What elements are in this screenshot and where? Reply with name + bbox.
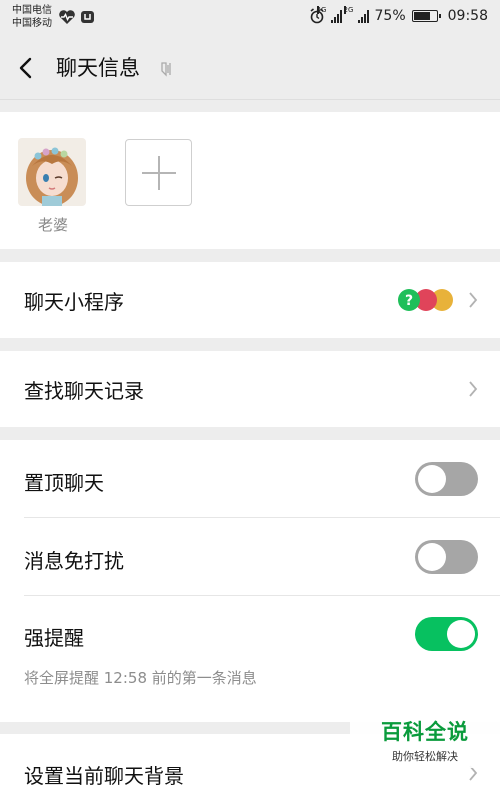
- do-not-disturb-toggle[interactable]: [415, 540, 478, 574]
- member-item[interactable]: 老婆: [18, 138, 88, 235]
- clock: 09:58: [447, 8, 488, 24]
- member-avatar: [18, 138, 86, 206]
- strong-reminder-label: 强提醒: [24, 626, 84, 650]
- carrier-name-1: 中国电信: [12, 5, 52, 16]
- member-name: 老婆: [37, 216, 68, 234]
- toggle-knob: [418, 543, 446, 571]
- pin-chat-label: 置顶聊天: [24, 471, 104, 495]
- signal-2g-icon: 2G: [343, 5, 369, 23]
- mini-programs-label: 聊天小程序: [24, 290, 124, 314]
- battery-percent: 75%: [374, 8, 406, 24]
- status-bar: 中国电信 中国移动 4G 2G 75% 09:58: [0, 0, 500, 36]
- mute-icon: [161, 62, 171, 77]
- alarm-app-icon: [81, 11, 94, 23]
- watermark: 百科全说 助你轻松解决: [350, 712, 500, 768]
- back-button[interactable]: [14, 54, 40, 82]
- members-section: 老婆: [0, 112, 500, 249]
- strong-reminder-toggle[interactable]: [415, 617, 478, 651]
- search-history-label: 查找聊天记录: [24, 379, 144, 403]
- svg-text:?: ?: [405, 293, 413, 309]
- signal-4g-icon: 4G: [316, 5, 342, 23]
- chevron-right-icon: [469, 292, 478, 308]
- heart-health-icon: [59, 10, 75, 24]
- toggle-knob: [447, 620, 475, 648]
- carrier-name-2: 中国移动: [12, 18, 52, 29]
- add-member-button[interactable]: [125, 139, 192, 206]
- strong-reminder-note: 将全屏提醒 12:58 前的第一条消息: [24, 669, 257, 687]
- chevron-right-icon: [469, 381, 478, 397]
- carrier-info: 中国电信 中国移动: [12, 4, 52, 30]
- divider: [24, 595, 500, 596]
- divider: [24, 517, 500, 518]
- set-background-label: 设置当前聊天背景: [24, 764, 184, 788]
- toggle-knob: [418, 465, 446, 493]
- search-history-row[interactable]: 查找聊天记录: [0, 351, 500, 427]
- page-title: 聊天信息: [56, 56, 140, 80]
- title-bar: 聊天信息: [0, 36, 500, 100]
- status-right: 4G 2G 75% 09:58: [309, 5, 488, 24]
- mini-program-icons: ?: [398, 289, 453, 311]
- pin-chat-toggle[interactable]: [415, 462, 478, 496]
- watermark-title: 百科全说: [381, 720, 469, 744]
- watermark-subtitle: 助你轻松解决: [392, 750, 458, 763]
- do-not-disturb-label: 消息免打扰: [24, 549, 124, 573]
- battery-icon: [411, 10, 441, 22]
